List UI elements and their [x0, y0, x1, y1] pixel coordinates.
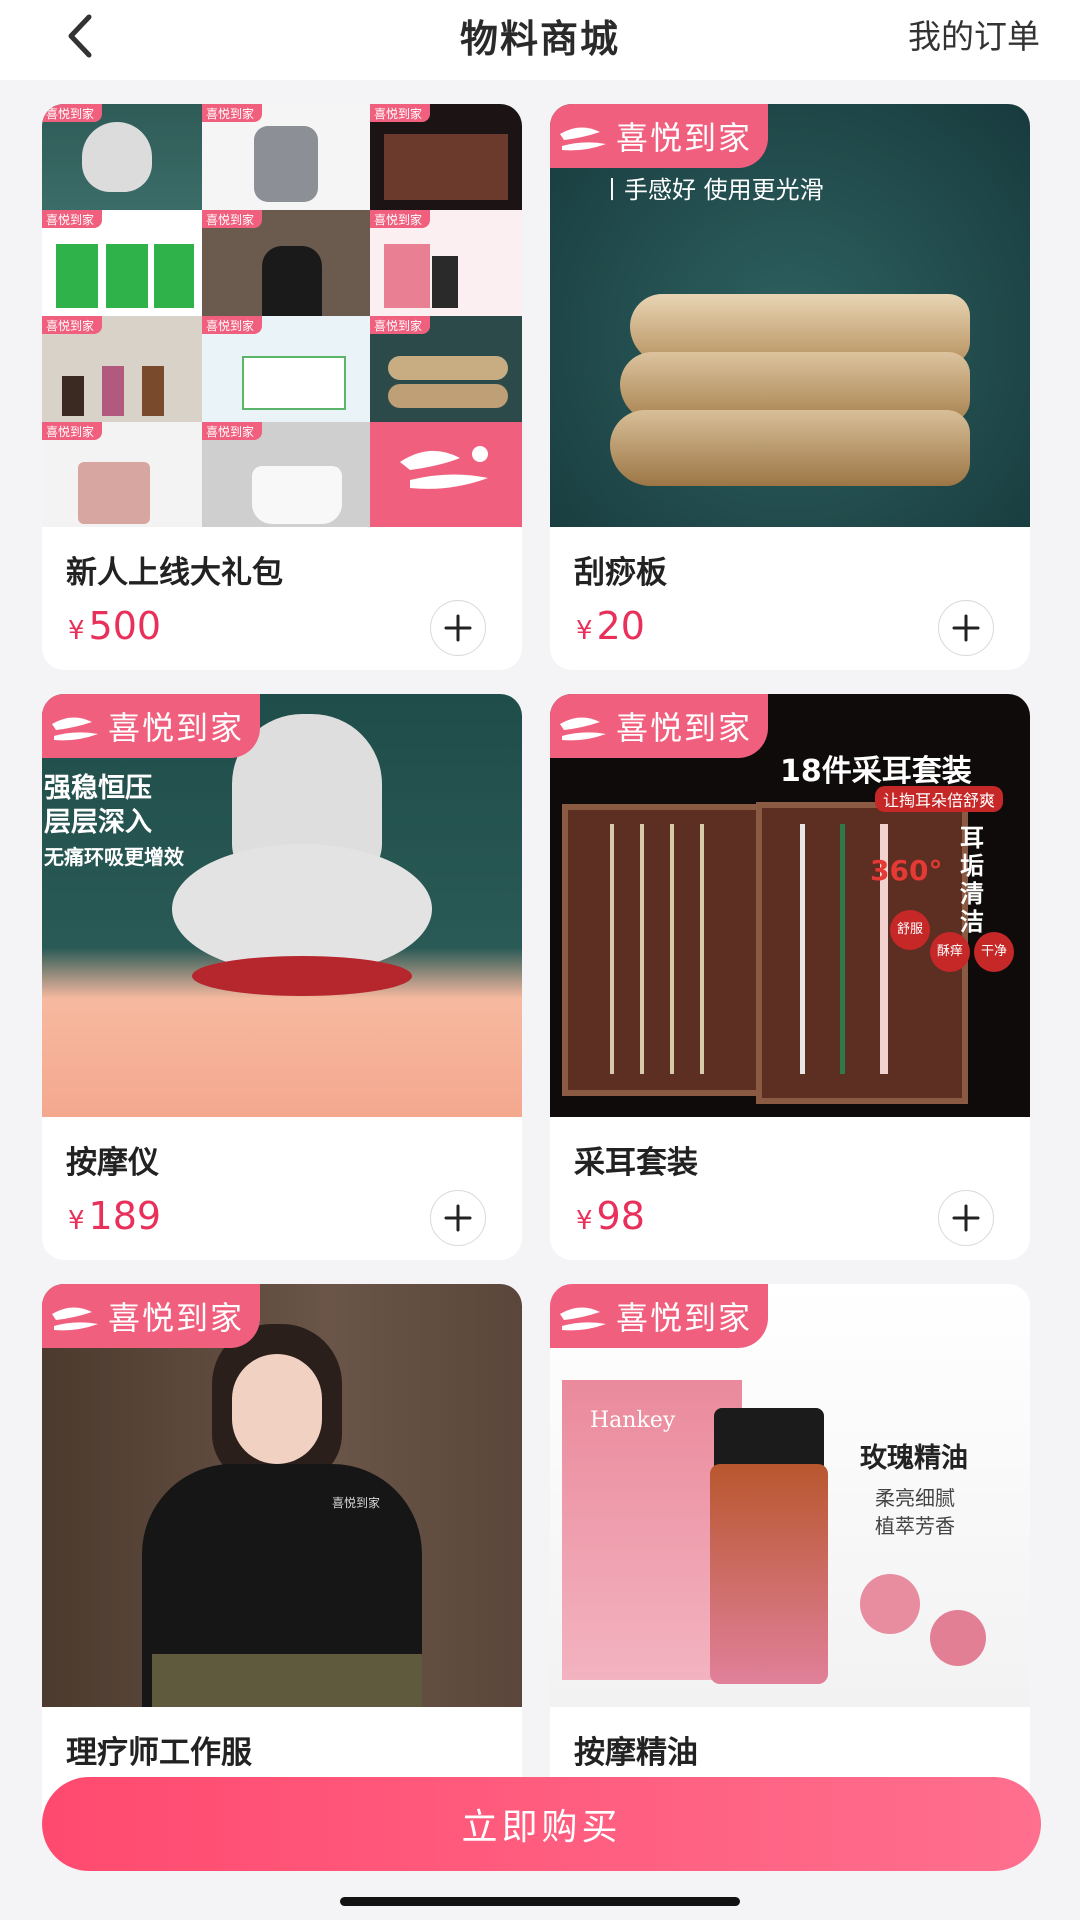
product-price: ¥189 — [68, 1194, 162, 1238]
image-headline: 18件采耳套装 — [780, 754, 972, 789]
oil-brand-text: Hankey — [590, 1408, 676, 1433]
image-tag-tingle: 酥痒 — [930, 932, 970, 972]
add-to-cart-button[interactable] — [430, 1190, 486, 1246]
plus-icon — [444, 1204, 472, 1232]
brand-tag: 喜悦到家 — [550, 104, 769, 168]
product-image: 喜悦到家 喜悦到家 — [42, 1284, 522, 1707]
collage-tile-rose-oil: 喜悦到家 — [370, 210, 522, 316]
collage-tile-uniform: 喜悦到家 — [202, 210, 370, 316]
product-name: 理疗师工作服 — [66, 1735, 252, 1771]
brand-tag-mini: 喜悦到家 — [42, 104, 103, 122]
oil-subline-2: 植萃芳香 — [875, 1514, 955, 1538]
brand-tag-mini: 喜悦到家 — [370, 210, 431, 228]
brand-logo-icon — [560, 717, 606, 741]
brand-tag-mini: 喜悦到家 — [42, 316, 103, 334]
product-image: Hankey 玫瑰精油 柔亮细腻 植萃芳香 喜悦到家 — [550, 1284, 1030, 1707]
brand-tag-mini: 喜悦到家 — [202, 316, 263, 334]
plus-icon — [952, 614, 980, 642]
collage-tile-brand-logo — [370, 422, 522, 527]
collage-tile-massager: 喜悦到家 — [42, 104, 202, 210]
collage-tile-oils: 喜悦到家 — [42, 316, 202, 422]
collage-tile-ear-kit: 喜悦到家 — [370, 104, 522, 210]
image-tag-comfort: 舒服 — [890, 910, 930, 950]
product-card[interactable]: 丨手感好 使用更光滑 喜悦到家 刮痧板 ¥20 — [550, 104, 1030, 670]
product-card[interactable]: 喜悦到家 喜悦到家 喜悦到家 喜悦到家 喜悦到家 喜悦到家 喜悦到家 喜悦到家 … — [42, 104, 522, 670]
product-price: ¥20 — [576, 604, 645, 648]
product-price: ¥98 — [576, 1194, 645, 1238]
product-card[interactable]: Hankey 玫瑰精油 柔亮细腻 植萃芳香 喜悦到家 按摩精油 — [550, 1284, 1030, 1850]
brand-tag-mini: 喜悦到家 — [42, 422, 103, 440]
image-clean-label: 耳垢清洁 — [960, 824, 984, 936]
brand-logo-icon — [52, 717, 98, 741]
plus-icon — [952, 1204, 980, 1232]
product-card[interactable]: 喜悦到家 喜悦到家 理疗师工作服 — [42, 1284, 522, 1850]
product-name: 新人上线大礼包 — [66, 555, 283, 591]
collage-tile-backpack: 喜悦到家 — [202, 104, 370, 210]
product-card[interactable]: 18件采耳套装 让掏耳朵倍舒爽 360° 耳垢清洁 舒服 酥痒 干净 喜悦到家 … — [550, 694, 1030, 1260]
brand-logo-icon — [560, 127, 606, 151]
collage-tile-material-pack: 喜悦到家 — [202, 316, 370, 422]
buy-now-button[interactable]: 立即购买 — [42, 1777, 1041, 1871]
brand-logo-icon — [52, 1307, 98, 1331]
image-tag-clean: 干净 — [974, 932, 1014, 972]
product-name: 刮痧板 — [574, 555, 667, 591]
oil-subline-1: 柔亮细腻 — [875, 1486, 955, 1510]
add-to-cart-button[interactable] — [430, 600, 486, 656]
add-to-cart-button[interactable] — [938, 600, 994, 656]
image-caption: 丨手感好 使用更光滑 — [600, 176, 824, 204]
brand-logo-icon — [560, 1307, 606, 1331]
product-image-collage: 喜悦到家 喜悦到家 喜悦到家 喜悦到家 喜悦到家 喜悦到家 喜悦到家 喜悦到家 … — [42, 104, 522, 527]
brand-tag: 喜悦到家 — [42, 694, 261, 758]
oil-headline: 玫瑰精油 — [860, 1443, 968, 1474]
product-name: 按摩精油 — [574, 1735, 698, 1771]
home-indicator — [340, 1897, 740, 1906]
product-image: 强稳恒压 层层深入 无痛环吸更增效 喜悦到家 — [42, 694, 522, 1117]
product-image: 18件采耳套装 让掏耳朵倍舒爽 360° 耳垢清洁 舒服 酥痒 干净 喜悦到家 — [550, 694, 1030, 1117]
brand-tag: 喜悦到家 — [550, 1284, 769, 1348]
uniform-logo-text: 喜悦到家 — [332, 1496, 381, 1510]
brand-tag-mini: 喜悦到家 — [202, 422, 263, 440]
top-nav-bar: 物料商城 我的订单 — [0, 0, 1080, 80]
collage-tile-flower-tea: 喜悦到家 — [42, 422, 202, 527]
brand-tag-mini: 喜悦到家 — [370, 316, 431, 334]
image-subline: 让掏耳朵倍舒爽 — [875, 786, 1004, 812]
add-to-cart-button[interactable] — [938, 1190, 994, 1246]
plus-icon — [444, 614, 472, 642]
brand-tag-mini: 喜悦到家 — [42, 210, 103, 228]
collage-tile-foot-basin: 喜悦到家 — [202, 422, 370, 527]
product-name: 采耳套装 — [574, 1145, 698, 1181]
brand-tag: 喜悦到家 — [550, 694, 769, 758]
product-card[interactable]: 强稳恒压 层层深入 无痛环吸更增效 喜悦到家 按摩仪 ¥189 — [42, 694, 522, 1260]
my-orders-link[interactable]: 我的订单 — [908, 10, 1040, 58]
collage-tile-gua-sha: 喜悦到家 — [370, 316, 522, 422]
product-name: 按摩仪 — [66, 1145, 159, 1181]
image-360-label: 360° — [870, 854, 943, 887]
brand-logo-icon — [400, 446, 488, 489]
product-image: 丨手感好 使用更光滑 喜悦到家 — [550, 104, 1030, 527]
collage-tile-packaging: 喜悦到家 — [42, 210, 202, 316]
brand-tag-mini: 喜悦到家 — [202, 104, 263, 122]
brand-tag-mini: 喜悦到家 — [202, 210, 263, 228]
brand-tag-mini: 喜悦到家 — [370, 104, 431, 122]
brand-tag: 喜悦到家 — [42, 1284, 261, 1348]
product-price: ¥500 — [68, 604, 162, 648]
image-headline: 强稳恒压 层层深入 无痛环吸更增效 — [44, 773, 184, 869]
